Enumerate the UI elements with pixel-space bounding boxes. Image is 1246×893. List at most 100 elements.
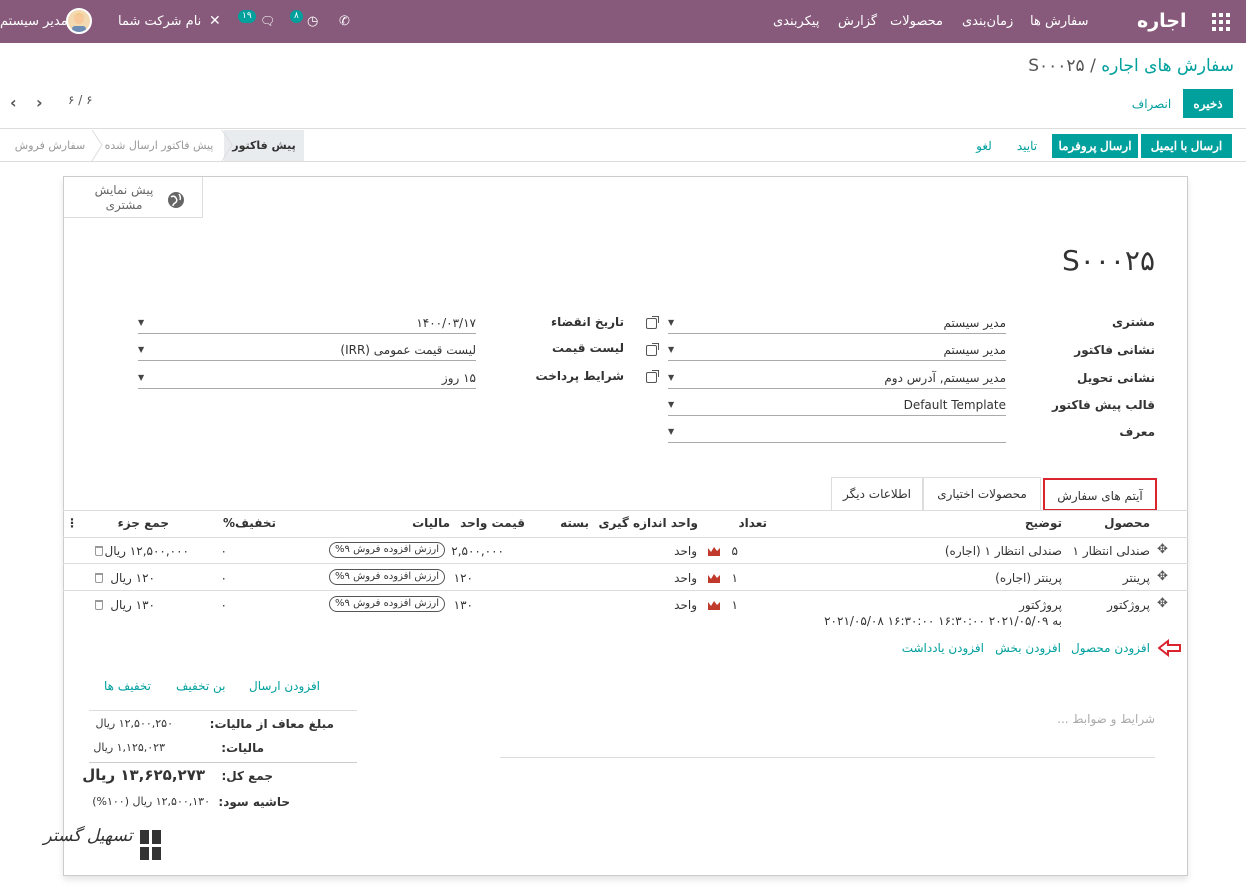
column-quantity[interactable]: تعداد [739, 516, 767, 530]
customer-preview-button[interactable]: پیش نمایش مشتری [64, 177, 203, 218]
add-section-link[interactable]: افزودن بخش [995, 641, 1061, 655]
line-unit-price[interactable]: ۲,۵۰۰,۰۰۰ [451, 544, 504, 558]
chat-icon: 🗨 [259, 14, 276, 28]
company-switcher[interactable]: نام شرکت شما [118, 0, 201, 43]
add-shipping-link[interactable]: افزودن ارسال [249, 679, 320, 693]
expiration-date-field[interactable]: ▼ ۱۴۰۰/۰۳/۱۷ [138, 314, 476, 334]
optional-columns-icon[interactable]: ⋮ [66, 516, 78, 530]
menu-reporting[interactable]: گزارش [838, 0, 877, 43]
line-tax-badge[interactable]: ارزش افزوده فروش ۹% [329, 542, 446, 558]
tools-icon[interactable]: ✕ [209, 0, 221, 43]
line-discount[interactable]: ۰ [221, 598, 227, 612]
save-button[interactable]: ذخیره [1183, 89, 1233, 118]
phone-icon[interactable]: ✆ [339, 0, 350, 43]
referrer-field[interactable]: ▼ [668, 423, 1006, 443]
delete-line-icon[interactable] [95, 546, 103, 556]
line-unit-price[interactable]: ۱۲۰ [454, 571, 473, 585]
delivery-address-field[interactable]: ▼ مدیر سیستم, آدرس دوم [668, 369, 1006, 389]
pager-prev-icon[interactable]: ‹ [10, 93, 17, 112]
chevron-down-icon: ▼ [668, 345, 675, 354]
chevron-down-icon: ▼ [138, 318, 145, 327]
app-brand[interactable]: اجاره [1137, 0, 1187, 43]
line-discount[interactable]: ۰ [221, 571, 227, 585]
chevron-down-icon: ▼ [138, 345, 145, 354]
activities-badge: ۸ [290, 10, 303, 23]
line-product[interactable]: پرینتر [1123, 571, 1150, 585]
delivery-address-value: مدیر سیستم, آدرس دوم [884, 371, 1006, 385]
column-uom[interactable]: واحد اندازه گیری [598, 516, 698, 530]
line-product[interactable]: پروژکتور [1107, 598, 1150, 612]
external-link-icon[interactable] [646, 370, 659, 383]
send-proforma-button[interactable]: ارسال پروفرما [1052, 134, 1138, 158]
line-uom[interactable]: واحد [674, 544, 697, 558]
external-link-icon[interactable] [646, 316, 659, 329]
discard-button[interactable]: انصراف [1124, 89, 1179, 118]
line-description[interactable]: پرینتر (اجاره) [995, 571, 1062, 585]
payment-terms-field[interactable]: ▼ ۱۵ روز [138, 369, 476, 389]
line-quantity[interactable]: ۱ [732, 598, 738, 612]
invoice-address-field[interactable]: ▼ مدیر سیستم [668, 341, 1006, 361]
cancel-order-button[interactable]: لغو [966, 134, 1002, 158]
tab-order-lines[interactable]: آیتم های سفارش [1043, 478, 1157, 511]
line-quantity[interactable]: ۱ [732, 571, 738, 585]
top-navbar: اجاره سفارش ها زمان‌بندی محصولات گزارش پ… [0, 0, 1246, 43]
line-tax-badge[interactable]: ارزش افزوده فروش ۹% [329, 569, 446, 585]
add-note-link[interactable]: افزودن یادداشت [902, 641, 984, 655]
availability-chart-icon[interactable] [708, 600, 720, 610]
row-divider [63, 563, 1188, 564]
total-divider [89, 762, 357, 763]
avatar[interactable] [66, 8, 92, 34]
external-link-icon[interactable] [646, 343, 659, 356]
line-discount[interactable]: ۰ [221, 544, 227, 558]
menu-products[interactable]: محصولات [890, 0, 943, 43]
line-quantity[interactable]: ۵ [732, 544, 738, 558]
column-product[interactable]: محصول [1104, 516, 1150, 530]
apps-menu-icon[interactable] [1212, 0, 1230, 43]
delete-line-icon[interactable] [95, 573, 103, 583]
availability-chart-icon[interactable] [708, 573, 720, 583]
availability-chart-icon[interactable] [708, 546, 720, 556]
line-description[interactable]: صندلی انتظار ۱ (اجاره) [945, 544, 1062, 558]
line-description-dates[interactable]: ۲۰۲۱/۰۵/۰۸ ۱۶:۳۰:۰۰ به ۲۰۲۱/۰۵/۰۹ ۱۶:۳۰:… [824, 614, 1062, 628]
chevron-down-icon: ▼ [668, 318, 675, 327]
user-name[interactable]: مدیر سیستم [0, 0, 68, 43]
quotation-template-field[interactable]: ▼ Default Template [668, 396, 1006, 416]
add-product-link[interactable]: افزودن محصول [1071, 641, 1150, 655]
activities-button[interactable]: ۸ ◷ [290, 0, 318, 43]
line-uom[interactable]: واحد [674, 598, 697, 612]
tab-optional-products[interactable]: محصولات اختیاری [923, 477, 1041, 511]
menu-schedule[interactable]: زمان‌بندی [962, 0, 1013, 43]
pager-value[interactable]: ۶ / ۶ [68, 93, 93, 107]
tabs-divider [63, 510, 1188, 511]
column-description[interactable]: توضیح [1025, 516, 1062, 530]
column-discount[interactable]: تخفیف% [223, 516, 276, 530]
line-unit-price[interactable]: ۱۳۰ [454, 598, 473, 612]
delete-line-icon[interactable] [95, 600, 103, 610]
send-by-email-button[interactable]: ارسال با ایمیل [1141, 134, 1232, 158]
confirm-button[interactable]: تایید [1007, 134, 1047, 158]
customer-field[interactable]: ▼ مدیر سیستم [668, 314, 1006, 334]
menu-configuration[interactable]: پیکربندی [773, 0, 819, 43]
column-subtotal[interactable]: جمع جزء [118, 516, 169, 530]
pager-next-icon[interactable]: › [36, 93, 43, 112]
drag-handle-icon[interactable]: ✥ [1157, 569, 1168, 584]
menu-orders[interactable]: سفارش ها [1030, 0, 1089, 43]
line-uom[interactable]: واحد [674, 571, 697, 585]
tab-other-info[interactable]: اطلاعات دیگر [831, 477, 923, 511]
column-package[interactable]: بسته [560, 516, 589, 530]
line-description[interactable]: پروژکتور [1019, 598, 1062, 612]
terms-and-conditions-field[interactable]: شرایط و ضوابط ... [500, 712, 1155, 758]
pricelist-field[interactable]: ▼ لیست قیمت عمومی (IRR) [138, 341, 476, 361]
column-taxes[interactable]: مالیات [412, 516, 450, 530]
invoice-address-value: مدیر سیستم [943, 343, 1007, 357]
drag-handle-icon[interactable]: ✥ [1157, 596, 1168, 611]
line-product[interactable]: صندلی انتظار ۱ [1073, 544, 1150, 558]
coupon-link[interactable]: بن تخفیف [176, 679, 226, 693]
discounts-link[interactable]: تخفیف ها [104, 679, 151, 693]
breadcrumb-parent[interactable]: سفارش های اجاره [1101, 56, 1234, 76]
customer-preview-label-1: پیش نمایش [94, 183, 154, 197]
column-unit-price[interactable]: قیمت واحد [460, 516, 525, 530]
line-tax-badge[interactable]: ارزش افزوده فروش ۹% [329, 596, 446, 612]
messages-button[interactable]: ۱۹ 🗨 [238, 0, 275, 43]
drag-handle-icon[interactable]: ✥ [1157, 542, 1168, 557]
